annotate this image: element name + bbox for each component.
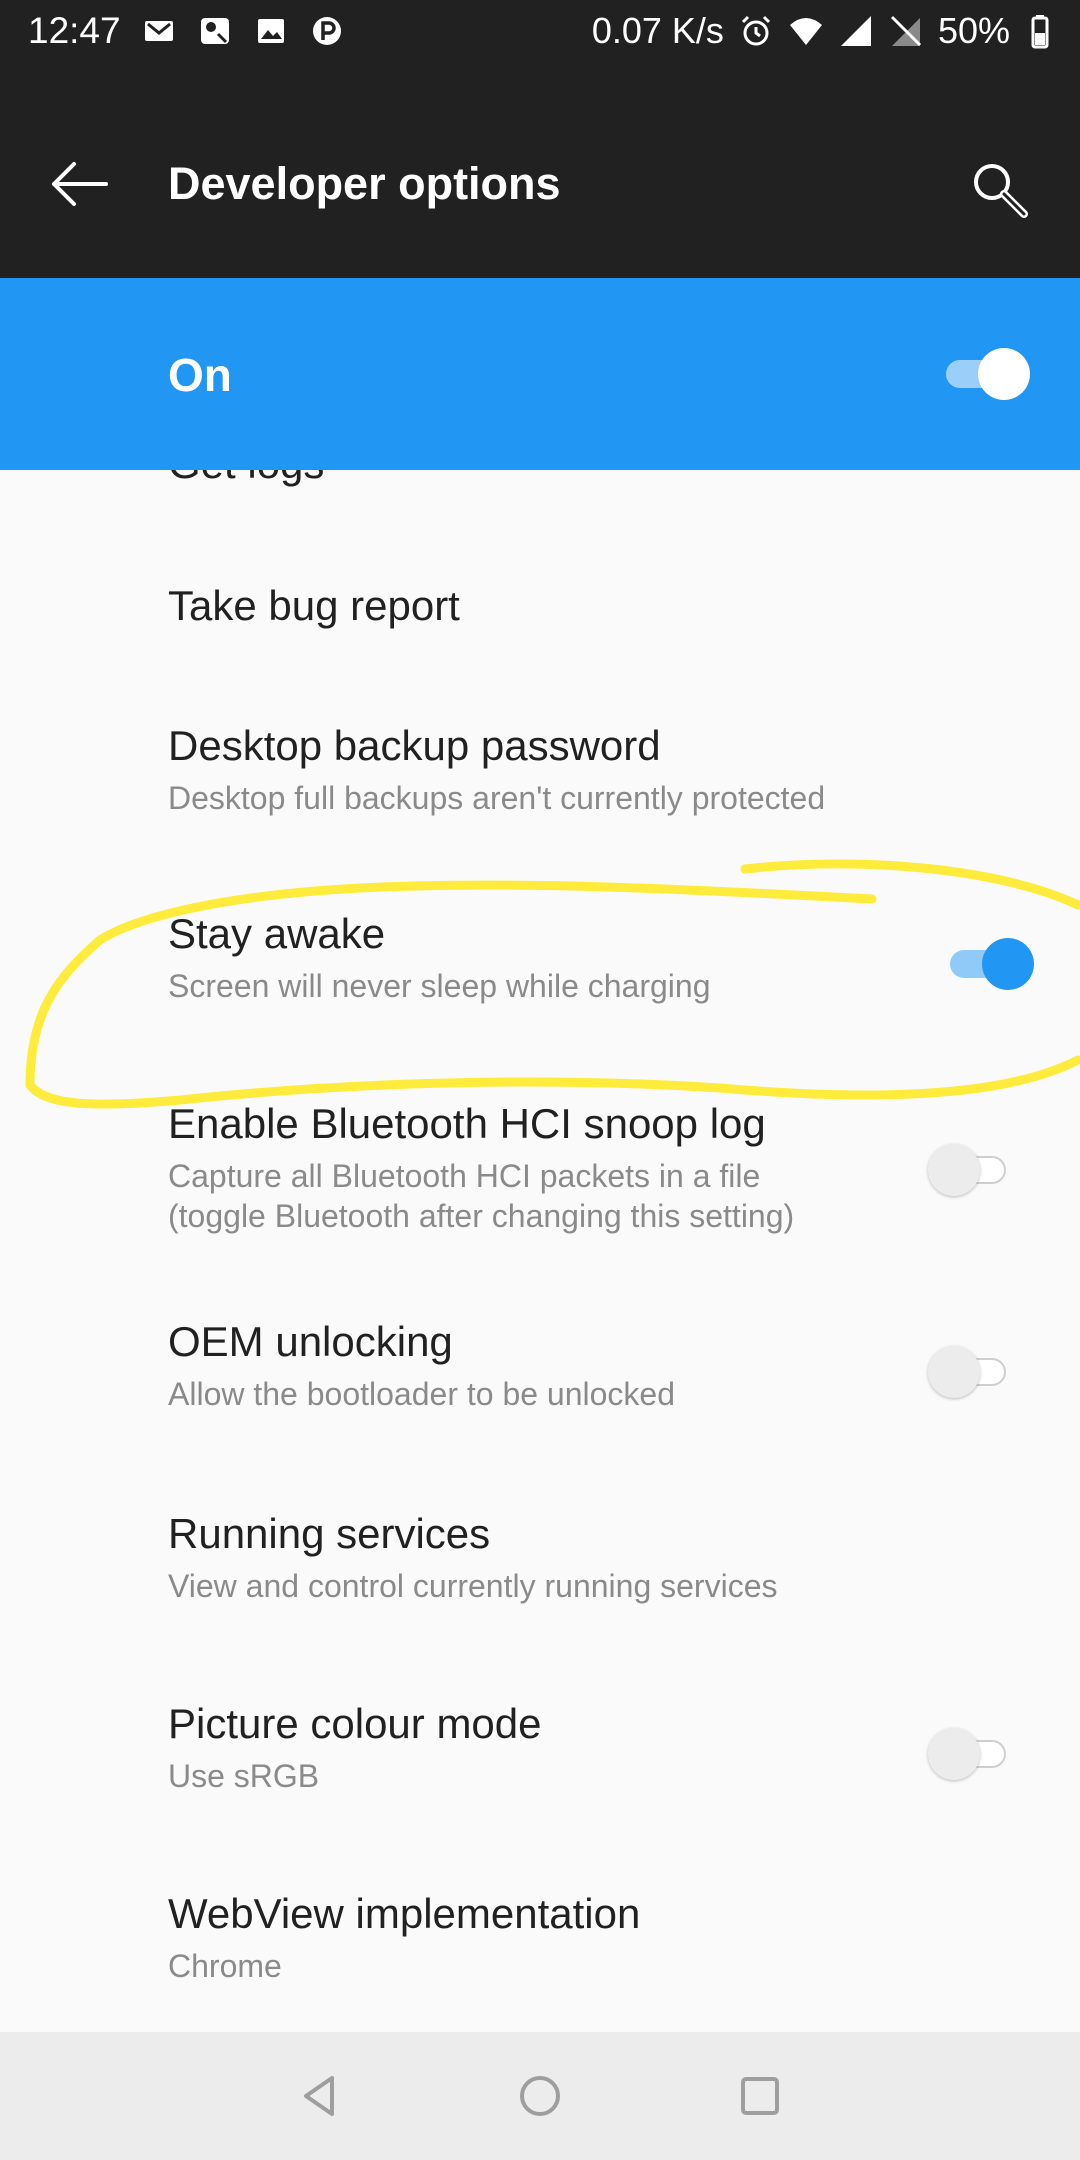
- setting-title: Running services: [168, 1510, 491, 1557]
- setting-summary: Screen will never sleep while charging: [168, 968, 711, 1004]
- setting-stay-awake[interactable]: Stay awake Screen will never sleep while…: [0, 890, 1080, 1060]
- search-button[interactable]: [960, 152, 1040, 232]
- settings-list: Get logs Take bug report Desktop backup …: [0, 470, 1080, 2032]
- setting-summary-line-1: Capture all Bluetooth HCI packets in a f…: [168, 1158, 761, 1194]
- picture-colour-mode-toggle[interactable]: [928, 1724, 1018, 1784]
- setting-summary: Desktop full backups aren't currently pr…: [168, 780, 826, 816]
- notification-icons: [142, 14, 344, 48]
- setting-bluetooth-hci-snoop-log[interactable]: Enable Bluetooth HCI snoop log Capture a…: [0, 1080, 1080, 1280]
- setting-title: Take bug report: [168, 582, 460, 629]
- setting-summary-line-2: (toggle Bluetooth after changing this se…: [168, 1198, 795, 1234]
- setting-picture-colour-mode[interactable]: Picture colour mode Use sRGB: [0, 1680, 1080, 1850]
- alarm-icon: [738, 13, 774, 49]
- nav-recents-button[interactable]: [730, 2066, 790, 2126]
- gallery-icon: [254, 14, 288, 48]
- page-title: Developer options: [168, 158, 561, 209]
- nav-home-button[interactable]: [510, 2066, 570, 2126]
- setting-summary: Allow the bootloader to be unlocked: [168, 1376, 676, 1412]
- app-bar: Developer options: [0, 64, 1080, 278]
- setting-title: OEM unlocking: [168, 1318, 453, 1365]
- setting-oem-unlocking[interactable]: OEM unlocking Allow the bootloader to be…: [0, 1300, 1080, 1470]
- setting-title: Get logs: [168, 470, 324, 488]
- setting-title: Stay awake: [168, 910, 386, 957]
- wifi-icon: [788, 13, 824, 49]
- setting-webview-implementation[interactable]: WebView implementation Chrome: [0, 1870, 1080, 2032]
- setting-title: WebView implementation: [168, 1890, 641, 1937]
- signal-icon: [838, 13, 874, 49]
- status-time: 12:47: [28, 10, 121, 51]
- setting-summary: Use sRGB: [168, 1758, 320, 1794]
- back-triangle-icon: [304, 2076, 334, 2116]
- status-bar: 12:47 0.07 K/s 50%: [0, 0, 1080, 64]
- setting-summary: View and control currently running servi…: [168, 1568, 778, 1604]
- setting-title: Enable Bluetooth HCI snoop log: [168, 1100, 766, 1147]
- no-sim-icon: [888, 13, 924, 49]
- back-button[interactable]: [40, 154, 120, 214]
- navigation-bar: [0, 2032, 1080, 2160]
- search-icon: [974, 164, 1028, 218]
- setting-take-bug-report[interactable]: Take bug report: [0, 570, 1080, 700]
- setting-desktop-backup-password[interactable]: Desktop backup password Desktop full bac…: [0, 710, 1080, 860]
- setting-running-services[interactable]: Running services View and control curren…: [0, 1490, 1080, 1660]
- battery-icon: [1024, 13, 1060, 49]
- parking-icon: [310, 14, 344, 48]
- setting-summary: Chrome: [168, 1948, 282, 1984]
- battery-percent: 50%: [937, 10, 1010, 51]
- master-toggle[interactable]: [940, 344, 1030, 404]
- oem-unlocking-toggle[interactable]: [928, 1342, 1018, 1402]
- bluetooth-hci-toggle[interactable]: [928, 1140, 1018, 1200]
- back-arrow-icon: [52, 162, 108, 206]
- maps-icon: [198, 14, 232, 48]
- master-switch-label: On: [168, 349, 232, 401]
- stay-awake-toggle[interactable]: [944, 934, 1034, 994]
- status-right: 0.07 K/s 50%: [592, 10, 1060, 52]
- nav-back-button[interactable]: [290, 2066, 350, 2126]
- setting-get-logs[interactable]: Get logs: [0, 470, 1080, 560]
- setting-title: Desktop backup password: [168, 722, 661, 769]
- master-switch-bar[interactable]: On: [0, 278, 1080, 470]
- home-circle-icon: [520, 2076, 560, 2116]
- recents-square-icon: [741, 2077, 779, 2115]
- gmail-icon: [142, 14, 176, 48]
- setting-title: Picture colour mode: [168, 1700, 542, 1747]
- network-speed: 0.07 K/s: [591, 10, 724, 51]
